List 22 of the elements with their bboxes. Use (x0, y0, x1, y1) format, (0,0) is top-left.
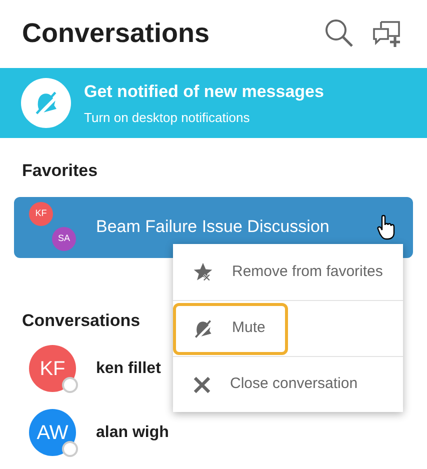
avatar: AW (29, 409, 76, 456)
banner-subtitle: Turn on desktop notifications (84, 108, 251, 127)
close-icon (192, 374, 212, 394)
hand-cursor-icon (377, 214, 397, 240)
contact-name: alan wigh (96, 422, 169, 442)
star-x-icon (192, 261, 214, 283)
banner-title: Get notified of new messages (84, 81, 324, 103)
search-icon[interactable] (324, 18, 354, 48)
menu-item[interactable]: Close conversation (173, 358, 381, 410)
new-chat-icon[interactable] (372, 18, 402, 48)
page-title: Conversations (22, 16, 211, 50)
muted-bell-icon (192, 318, 214, 340)
avatar: KF (29, 345, 76, 392)
presence-indicator (62, 441, 78, 457)
avatar: KF (29, 202, 53, 226)
menu-item[interactable]: Mute (173, 302, 288, 354)
contact-name: ken fillet (96, 358, 161, 378)
section-heading: Conversations (22, 310, 140, 332)
presence-indicator (62, 377, 78, 393)
avatar: SA (52, 226, 76, 250)
section-heading: Favorites (22, 160, 98, 182)
conversation-title: Beam Failure Issue Discussion (96, 216, 330, 238)
